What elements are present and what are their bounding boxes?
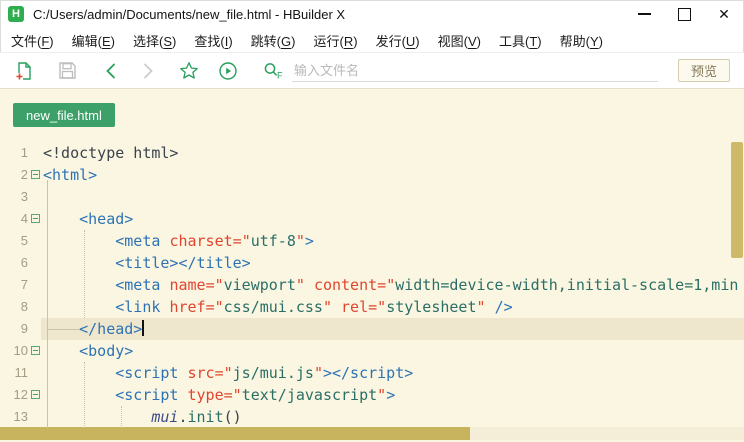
vertical-scrollbar-thumb[interactable] [731,142,743,258]
line-number: 8 [0,296,28,318]
code-text: <meta name="viewport" content="width=dev… [43,274,738,296]
menu-bar: 文件(F)编辑(E)选择(S)查找(I)跳转(G)运行(R)发行(U)视图(V)… [0,28,744,53]
code-text: <body> [43,340,133,362]
fold-marker[interactable] [31,390,40,399]
save-button[interactable] [56,60,78,82]
code-text: <title></title> [43,252,251,274]
close-button[interactable]: ✕ [704,0,744,28]
code-text: </head> [43,318,144,340]
fold-marker[interactable] [31,170,40,179]
play-circle-icon [218,61,238,81]
code-line[interactable]: 5 <meta charset="utf-8"> [0,230,744,252]
maximize-button[interactable] [664,0,704,28]
code-line[interactable]: 7 <meta name="viewport" content="width=d… [0,274,744,296]
code-line[interactable]: 9 </head> [0,318,744,340]
line-number: 2 [0,164,28,186]
menu-item-run[interactable]: 运行(R) [304,31,366,50]
code-line[interactable]: 6 <title></title> [0,252,744,274]
code-line[interactable]: 8 <link href="css/mui.css" rel="styleshe… [0,296,744,318]
search-file-button[interactable]: F [262,60,284,82]
code-line[interactable]: 13 mui.init() [0,406,744,428]
code-line[interactable]: 11 <script src="js/mui.js"></script> [0,362,744,384]
code-line[interactable]: 1 <!doctype html> [0,142,744,164]
line-number: 5 [0,230,28,252]
navigate-back-button[interactable] [100,60,122,82]
app-window: H C:/Users/admin/Documents/new_file.html… [0,0,744,442]
code-text: <meta charset="utf-8"> [43,230,314,252]
navigate-forward-button[interactable] [137,60,159,82]
code-text: <html> [43,164,97,186]
window-controls: ✕ [624,0,744,28]
horizontal-scrollbar-thumb[interactable] [0,427,470,440]
hbuilder-logo-icon: H [8,6,24,22]
star-icon [179,61,199,81]
code-line[interactable]: 4 <head> [0,208,744,230]
line-number: 13 [0,406,28,428]
window-title: C:/Users/admin/Documents/new_file.html -… [33,7,345,22]
menu-item-find[interactable]: 查找(I) [185,31,241,50]
save-icon [58,61,77,80]
menu-item-edit[interactable]: 编辑(E) [63,31,124,50]
code-line[interactable]: 3 [0,186,744,208]
run-button[interactable] [217,60,239,82]
horizontal-scrollbar[interactable] [0,427,744,440]
maximize-icon [678,8,691,21]
preview-button[interactable]: 预览 [678,59,730,82]
menu-item-help[interactable]: 帮助(Y) [551,31,612,50]
line-number: 4 [0,208,28,230]
close-icon: ✕ [718,7,730,21]
line-number: 10 [0,340,28,362]
code-text: <script src="js/mui.js"></script> [43,362,413,384]
line-number: 7 [0,274,28,296]
search-input[interactable] [292,60,658,82]
bookmark-button[interactable] [178,60,200,82]
code-line[interactable]: 2 <html> [0,164,744,186]
svg-text:F: F [277,70,283,80]
code-line[interactable]: 12 <script type="text/javascript"> [0,384,744,406]
new-file-icon [14,61,34,81]
code-text: <!doctype html> [43,142,178,164]
title-bar: H C:/Users/admin/Documents/new_file.html… [0,0,744,28]
minimize-button[interactable] [624,0,664,28]
code-rows[interactable]: 1<!doctype html>2<html>34 <head>5 <meta … [0,142,744,428]
new-file-button[interactable] [13,60,35,82]
code-line[interactable]: 10 <body> [0,340,744,362]
line-number: 11 [0,362,28,384]
code-text: <head> [43,208,133,230]
chevron-right-icon [140,62,156,80]
code-text: <link href="css/mui.css" rel="stylesheet… [43,296,513,318]
minimize-icon [638,13,651,15]
line-number: 1 [0,142,28,164]
line-number: 3 [0,186,28,208]
menu-item-tools[interactable]: 工具(T) [490,31,551,50]
menu-item-view[interactable]: 视图(V) [429,31,490,50]
line-number: 12 [0,384,28,406]
toolbar: F 预览 [0,53,744,89]
code-text: mui.init() [43,406,242,428]
chevron-left-icon [103,62,119,80]
menu-item-publish[interactable]: 发行(U) [367,31,429,50]
tab-new-file[interactable]: new_file.html [13,103,115,127]
editor-pane[interactable]: new_file.html 1 <!doctype html> 2 <html> 34 … [0,89,744,442]
menu-item-file[interactable]: 文件(F) [2,31,63,50]
code-text: <script type="text/javascript"> [43,384,395,406]
fold-marker[interactable] [31,214,40,223]
text-cursor [142,320,144,336]
line-number: 6 [0,252,28,274]
line-number: 9 [0,318,28,340]
menu-item-select[interactable]: 选择(S) [124,31,185,50]
fold-marker[interactable] [31,346,40,355]
search-icon: F [262,61,284,81]
menu-item-goto[interactable]: 跳转(G) [242,31,305,50]
